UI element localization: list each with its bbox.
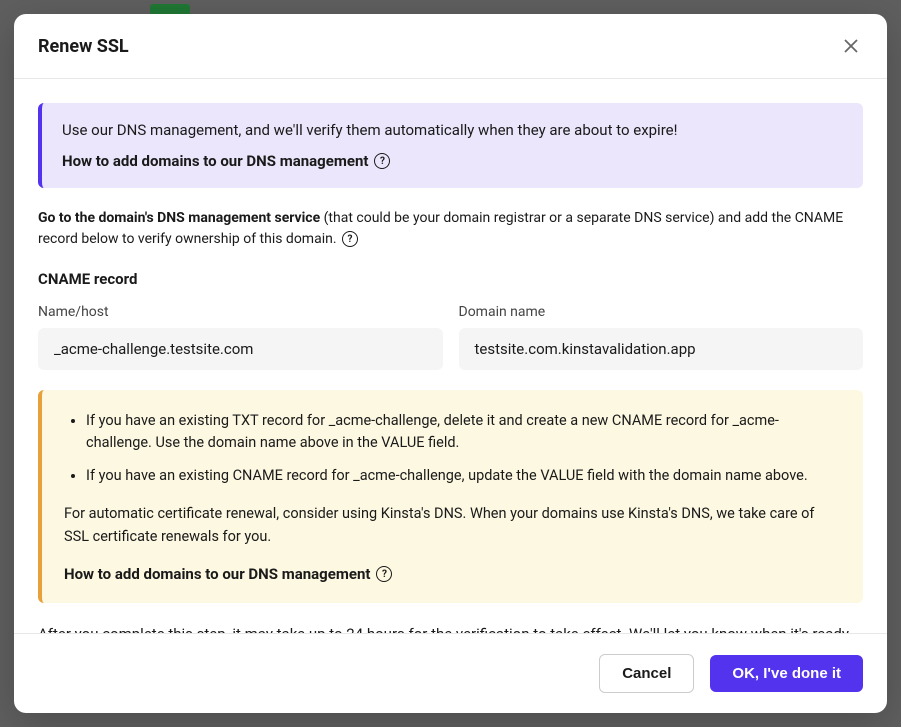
list-item: If you have an existing CNAME record for… bbox=[86, 465, 841, 487]
info-box-existing-records: If you have an existing TXT record for _… bbox=[38, 390, 863, 603]
domain-name-label: Domain name bbox=[459, 304, 864, 320]
help-icon: ? bbox=[376, 566, 392, 582]
instruction-text: Go to the domain's DNS management servic… bbox=[38, 208, 863, 250]
domain-name-value[interactable]: testsite.com.kinstavalidation.app bbox=[459, 328, 864, 370]
cname-fields: Name/host _acme-challenge.testsite.com D… bbox=[38, 304, 863, 370]
cancel-button[interactable]: Cancel bbox=[599, 654, 694, 693]
name-host-field: Name/host _acme-challenge.testsite.com bbox=[38, 304, 443, 370]
renew-ssl-modal: Renew SSL Use our DNS management, and we… bbox=[14, 14, 887, 713]
info-box-dns-auto: Use our DNS management, and we'll verify… bbox=[38, 103, 863, 188]
auto-renewal-text: For automatic certificate renewal, consi… bbox=[64, 503, 841, 548]
name-host-label: Name/host bbox=[38, 304, 443, 320]
completion-note: After you complete this step, it may tak… bbox=[38, 623, 863, 633]
modal-header: Renew SSL bbox=[14, 14, 887, 79]
modal-body: Use our DNS management, and we'll verify… bbox=[14, 79, 887, 633]
existing-records-list: If you have an existing TXT record for _… bbox=[64, 410, 841, 487]
confirm-button[interactable]: OK, I've done it bbox=[710, 655, 863, 692]
dns-management-link[interactable]: How to add domains to our DNS management… bbox=[64, 565, 392, 583]
list-item: If you have an existing TXT record for _… bbox=[86, 410, 841, 455]
modal-title: Renew SSL bbox=[38, 36, 129, 57]
help-icon: ? bbox=[342, 231, 358, 247]
dns-management-link[interactable]: How to add domains to our DNS management… bbox=[62, 152, 390, 170]
name-host-value[interactable]: _acme-challenge.testsite.com bbox=[38, 328, 443, 370]
dns-management-link-label: How to add domains to our DNS management bbox=[62, 152, 368, 170]
close-button[interactable] bbox=[839, 34, 863, 58]
dns-management-link-label: How to add domains to our DNS management bbox=[64, 565, 370, 583]
info-box-message: Use our DNS management, and we'll verify… bbox=[62, 121, 843, 139]
help-icon: ? bbox=[374, 153, 390, 169]
instruction-bold: Go to the domain's DNS management servic… bbox=[38, 210, 320, 226]
modal-footer: Cancel OK, I've done it bbox=[14, 633, 887, 713]
cname-record-heading: CNAME record bbox=[38, 270, 863, 288]
domain-name-field: Domain name testsite.com.kinstavalidatio… bbox=[459, 304, 864, 370]
close-icon bbox=[844, 39, 858, 53]
